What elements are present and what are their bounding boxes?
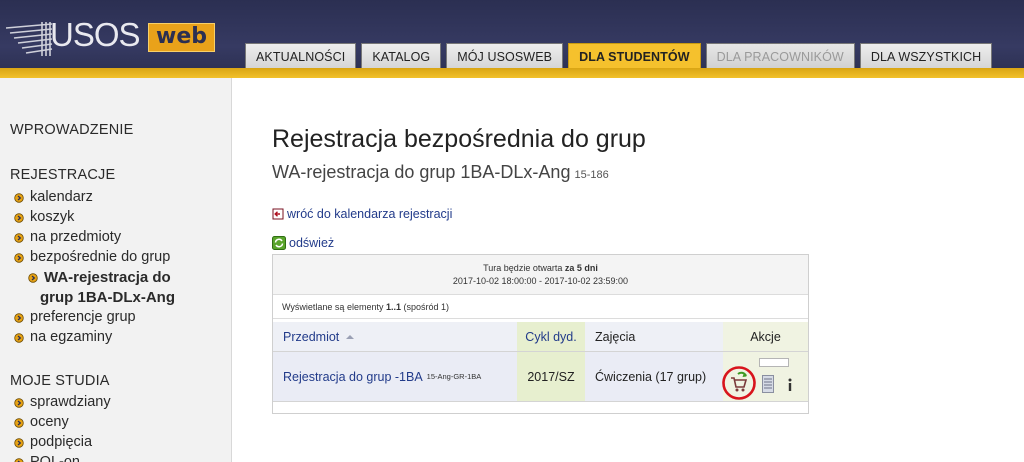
round-status: Tura będzie otwarta za 5 dni (273, 262, 808, 275)
cart-icon (731, 371, 748, 392)
info-icon[interactable] (786, 378, 794, 392)
sidebar-section-rejestracje[interactable]: REJESTRACJE (10, 167, 115, 183)
bullet-icon (14, 313, 24, 323)
logo-lines-icon (6, 22, 53, 56)
round-status-bold: za 5 dni (564, 263, 598, 273)
sidebar-item-label: preferencje grup (30, 309, 136, 325)
bullet-icon (14, 333, 24, 343)
sidebar-item-label: grup 1BA-DLx-Ang (40, 289, 175, 306)
refresh-link[interactable]: odśwież (272, 236, 334, 250)
usos-logo[interactable]: USOS web (6, 8, 215, 56)
sidebar-item-koszyk[interactable]: koszyk (14, 208, 74, 227)
sidebar-item-label: kalendarz (30, 189, 93, 205)
logo-web-badge: web (148, 23, 215, 52)
cycle-cell: 2017/SZ (517, 352, 585, 401)
actions-cell (721, 352, 808, 401)
tab-dla-wszystkich[interactable]: DLA WSZYSTKICH (859, 43, 993, 70)
items-count: Wyświetlane są elementy 1..1 (spośród 1) (273, 295, 808, 319)
back-link-label: wróć do kalendarza rejestracji (287, 207, 453, 221)
table-header: Przedmiot Cykl dyd. Zajęcia Akcje (273, 322, 808, 352)
sidebar-item-na-przedmioty[interactable]: na przedmioty (14, 228, 121, 247)
sidebar-item-na-egzaminy[interactable]: na egzaminy (14, 328, 112, 347)
column-classes: Zajęcia (595, 329, 636, 344)
sidebar-item-sprawdziany[interactable]: sprawdziany (14, 393, 111, 412)
column-subject[interactable]: Przedmiot (273, 322, 517, 351)
table-row: Rejestracja do grup -1BA 15-Ang-GR-1BA 2… (273, 352, 808, 402)
round-info: Tura będzie otwarta za 5 dni 2017-10-02 … (273, 255, 808, 295)
logo-text: USOS (50, 16, 141, 53)
bullet-icon (14, 253, 24, 263)
sidebar: WPROWADZENIE REJESTRACJE kalendarz koszy… (0, 78, 232, 462)
sidebar-item-label: POL-on (30, 454, 80, 462)
sidebar-item-label: podpięcia (30, 434, 93, 450)
bullet-icon (14, 193, 24, 203)
page-subtitle: WA-rejestracja do grup 1BA-DLx-Ang 15-186 (272, 162, 609, 183)
sidebar-item-label: oceny (30, 414, 69, 430)
bullet-icon (14, 233, 24, 243)
add-to-cart-button[interactable] (721, 365, 757, 401)
registration-name: WA-rejestracja do grup 1BA-DLx-Ang (272, 162, 571, 182)
sidebar-item-bezposrednie[interactable]: bezpośrednie do grup (14, 248, 170, 267)
sidebar-section-moje-studia[interactable]: MOJE STUDIA (10, 373, 110, 389)
progress-bar (759, 358, 789, 367)
list-icon[interactable] (762, 375, 774, 393)
sidebar-item-label: na przedmioty (30, 229, 122, 245)
bullet-icon (14, 398, 24, 408)
registration-code: 15-186 (574, 169, 609, 181)
subject-code: 15-Ang-GR-1BA (426, 372, 482, 381)
sidebar-item-label: WA-rejestracja do (44, 269, 171, 286)
subject-name: Rejestracja do grup -1BA (283, 369, 423, 384)
column-cycle[interactable]: Cykl dyd. (517, 322, 585, 351)
header-accent-bar (0, 68, 1024, 78)
back-arrow-icon (272, 208, 284, 220)
registration-panel: Tura będzie otwarta za 5 dni 2017-10-02 … (272, 254, 809, 414)
sort-up-icon (346, 334, 355, 339)
sidebar-item-pol-on[interactable]: POL-on (14, 453, 80, 462)
tab-dla-studentow[interactable]: DLA STUDENTÓW (568, 43, 701, 70)
round-dates: 2017-10-02 18:00:00 - 2017-10-02 23:59:0… (452, 276, 629, 286)
sidebar-item-current[interactable]: WA-rejestracja do (28, 268, 171, 287)
bullet-icon (14, 418, 24, 428)
main-tabs: AKTUALNOŚCI KATALOG MÓJ USOSWEB DLA STUD… (245, 43, 993, 70)
bullet-icon (14, 213, 24, 223)
items-count-range: 1..1 (385, 302, 401, 312)
subject-cell[interactable]: Rejestracja do grup -1BA 15-Ang-GR-1BA (273, 352, 517, 401)
sidebar-item-label: na egzaminy (30, 329, 113, 345)
tab-moj-usosweb[interactable]: MÓJ USOSWEB (446, 43, 564, 70)
refresh-icon (272, 236, 286, 250)
sidebar-item-label: sprawdziany (30, 394, 111, 410)
items-count-suffix: (spośród 1) (403, 302, 450, 312)
tab-aktualnosci[interactable]: AKTUALNOŚCI (245, 43, 357, 70)
sidebar-item-podpiecia[interactable]: podpięcia (14, 433, 92, 452)
tab-katalog[interactable]: KATALOG (361, 43, 442, 70)
tab-dla-pracownikow: DLA PRACOWNIKÓW (705, 43, 855, 70)
items-count-prefix: Wyświetlane są elementy (282, 302, 384, 312)
refresh-link-label: odśwież (289, 236, 335, 250)
bullet-icon (14, 458, 24, 462)
round-status-prefix: Tura będzie otwarta (483, 263, 563, 273)
bullet-icon (28, 273, 38, 283)
sidebar-item-oceny[interactable]: oceny (14, 413, 69, 432)
sidebar-item-label: bezpośrednie do grup (30, 249, 171, 265)
page-title: Rejestracja bezpośrednia do grup (272, 125, 646, 153)
classes-cell: Ćwiczenia (17 grup) (595, 369, 707, 384)
sidebar-item-preferencje[interactable]: preferencje grup (14, 308, 136, 327)
sidebar-item-current-line2[interactable]: grup 1BA-DLx-Ang (40, 288, 175, 307)
back-link[interactable]: wróć do kalendarza rejestracji (272, 207, 452, 221)
column-subject-label: Przedmiot (283, 329, 340, 344)
sidebar-item-wprowadzenie[interactable]: WPROWADZENIE (10, 122, 134, 138)
sidebar-item-kalendarz[interactable]: kalendarz (14, 188, 93, 207)
column-actions: Akcje (723, 322, 808, 351)
app-header: USOS web AKTUALNOŚCI KATALOG MÓJ USOSWEB… (0, 0, 1024, 78)
sidebar-item-label: koszyk (30, 209, 75, 225)
bullet-icon (14, 438, 24, 448)
